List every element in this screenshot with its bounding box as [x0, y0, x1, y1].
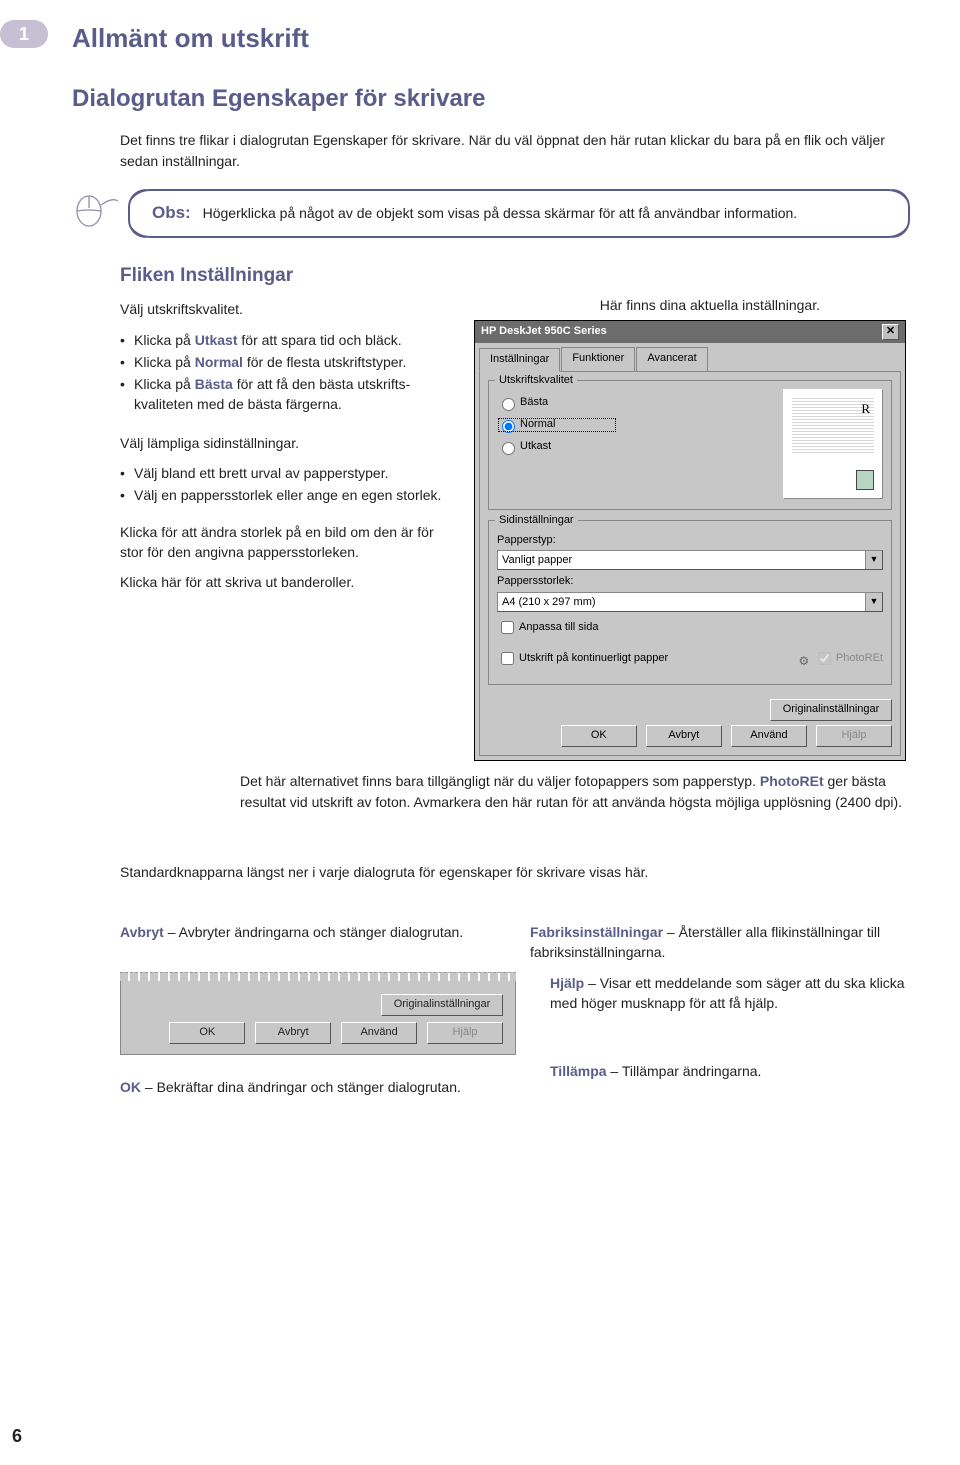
preview-paper-icon — [856, 470, 874, 490]
settings-heading: Fliken Inställningar — [120, 262, 910, 290]
checkbox-fit-input[interactable] — [501, 621, 514, 634]
legend-ok: OK – Bekräftar dina ändringar och stänge… — [120, 1077, 520, 1097]
section-title: Dialogrutan Egenskaper för skrivare — [72, 82, 910, 117]
chapter-title: Allmänt om utskrift — [72, 20, 910, 58]
chevron-down-icon[interactable]: ▼ — [865, 593, 882, 611]
quality-bullet-3: Klicka på Bästa för att få den bästa uts… — [120, 374, 460, 415]
page-bullet-2: Välj en pappersstorlek eller ange en ege… — [120, 485, 460, 505]
quality-intro: Välj utskriftskvalitet. — [120, 299, 460, 319]
checkbox-photoret[interactable]: PhotoREt — [814, 649, 883, 668]
preview-mark: R — [861, 400, 870, 419]
quality-bullet-1: Klicka på Utkast för att spara tid och b… — [120, 330, 460, 350]
ok-button-2[interactable]: OK — [169, 1022, 245, 1044]
intro-text: Det finns tre flikar i dialogrutan Egens… — [120, 130, 910, 171]
radio-draft-input[interactable] — [502, 442, 515, 455]
checkbox-photoret-input[interactable] — [818, 652, 831, 665]
std-buttons-intro: Standardknapparna längst ner i varje dia… — [120, 862, 910, 882]
dialog-title: HP DeskJet 950C Series — [481, 324, 607, 340]
group-quality-title: Utskriftskvalitet — [495, 373, 577, 389]
radio-best-input[interactable] — [502, 398, 515, 411]
cancel-button-2[interactable]: Avbryt — [255, 1022, 331, 1044]
callout-current-settings: Här finns dina aktuella inställningar. — [474, 295, 910, 315]
cancel-button[interactable]: Avbryt — [646, 725, 722, 747]
checkbox-banner[interactable]: Utskrift på kontinuerligt papper — [497, 649, 668, 668]
label-paper-size: Pappersstorlek: — [497, 574, 883, 590]
preview-pane: R — [783, 389, 883, 499]
gear-icon: ⚙ — [797, 654, 811, 668]
close-icon[interactable]: ✕ — [882, 324, 899, 340]
dropdown-paper-size[interactable]: A4 (210 x 297 mm) ▼ — [497, 592, 883, 612]
apply-button[interactable]: Använd — [731, 725, 807, 747]
help-button[interactable]: Hjälp — [816, 725, 892, 747]
note-label: Obs: — [152, 203, 191, 222]
chevron-down-icon[interactable]: ▼ — [865, 551, 882, 569]
radio-normal[interactable]: Normal — [497, 417, 617, 433]
scale-text: Klicka för att ändra storlek på en bild … — [120, 522, 460, 563]
photoret-note: Det här alternativet finns bara tillgäng… — [240, 771, 910, 812]
note-box: Obs: Högerklicka på något av de objekt s… — [128, 189, 910, 238]
radio-normal-input[interactable] — [502, 420, 515, 433]
page-intro: Välj lämpliga sidinställningar. — [120, 433, 460, 453]
printer-properties-dialog: HP DeskJet 950C Series ✕ Inställningar F… — [474, 320, 906, 762]
checkbox-fit-to-page[interactable]: Anpassa till sida — [497, 618, 883, 637]
quality-bullets: Klicka på Utkast för att spara tid och b… — [120, 330, 460, 415]
page-number: 6 — [12, 1423, 22, 1449]
apply-button-2[interactable]: Använd — [341, 1022, 417, 1044]
legend-help: Hjälp – Visar ett meddelande som säger a… — [550, 973, 910, 1014]
quality-bullet-2: Klicka på Normal för de flesta utskrifts… — [120, 352, 460, 372]
radio-draft[interactable]: Utkast — [497, 439, 617, 455]
legend-cancel: Avbryt – Avbryter ändringarna och stänge… — [120, 922, 500, 942]
note-text: Högerklicka på något av de objekt som vi… — [203, 205, 798, 221]
buttons-closeup-panel: Originalinställningar OK Avbryt Använd H… — [120, 977, 516, 1055]
factory-defaults-button-2[interactable]: Originalinställningar — [381, 994, 503, 1016]
group-page-title: Sidinställningar — [495, 513, 578, 529]
banner-text: Klicka här för att skriva ut bande­rolle… — [120, 572, 460, 592]
checkbox-banner-input[interactable] — [501, 652, 514, 665]
page-bullets: Välj bland ett brett urval av papperstyp… — [120, 463, 460, 506]
page-bullet-1: Välj bland ett brett urval av papperstyp… — [120, 463, 460, 483]
radio-best[interactable]: Bästa — [497, 395, 617, 411]
tab-features[interactable]: Funktioner — [561, 347, 635, 371]
tab-settings[interactable]: Inställningar — [479, 348, 560, 372]
dropdown-paper-type[interactable]: Vanligt papper ▼ — [497, 550, 883, 570]
mouse-icon — [72, 189, 124, 234]
factory-defaults-button[interactable]: Originalinställningar — [770, 699, 892, 721]
chapter-badge: 1 — [0, 20, 48, 48]
tab-advanced[interactable]: Avancerat — [636, 347, 707, 371]
label-paper-type: Papperstyp: — [497, 533, 883, 549]
help-button-2[interactable]: Hjälp — [427, 1022, 503, 1044]
ok-button[interactable]: OK — [561, 725, 637, 747]
legend-defaults: Fabriksinställningar – Återställer alla … — [530, 922, 910, 963]
legend-apply: Tillämpa – Tillämpar ändringarna. — [550, 1061, 910, 1081]
